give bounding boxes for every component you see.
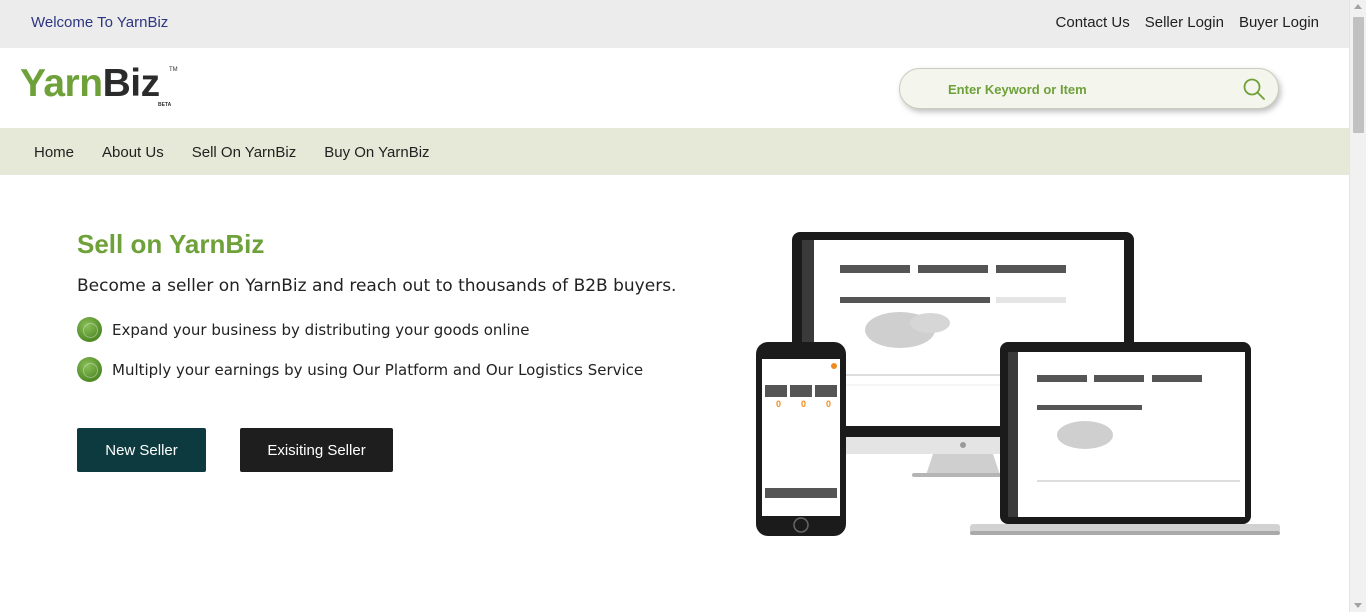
scroll-up-arrow-icon[interactable] <box>1354 4 1362 9</box>
search-icon[interactable] <box>1242 77 1266 101</box>
contact-us-link[interactable]: Contact Us <box>1056 14 1130 31</box>
card-value: 0 <box>801 399 806 409</box>
yarnbiz-logo[interactable]: YarnBiz TM BETA <box>20 62 178 109</box>
nav-sell-on-yarnbiz[interactable]: Sell On YarnBiz <box>192 144 297 161</box>
top-bar: Welcome To YarnBiz Contact Us Seller Log… <box>0 0 1349 48</box>
page: Welcome To YarnBiz Contact Us Seller Log… <box>0 0 1366 612</box>
buyer-login-link[interactable]: Buyer Login <box>1239 14 1319 31</box>
seller-login-link[interactable]: Seller Login <box>1145 14 1224 31</box>
logo-beta: BETA <box>158 102 172 108</box>
search-input[interactable] <box>948 79 1208 99</box>
laptop-mockup <box>970 342 1280 535</box>
bullet-item: Multiply your earnings by using Our Plat… <box>77 357 643 382</box>
logo-trademark: TM <box>169 67 178 73</box>
nav-about-us[interactable]: About Us <box>102 144 164 161</box>
devices-illustration: 0 0 0 <box>756 232 1280 536</box>
card-value: 0 <box>826 399 831 409</box>
card-value: 0 <box>776 399 781 409</box>
top-links: Contact Us Seller Login Buyer Login <box>1056 14 1319 31</box>
header: YarnBiz TM BETA <box>0 48 1349 128</box>
hero-title: Sell on YarnBiz <box>77 229 265 259</box>
scrollbar-thumb[interactable] <box>1353 17 1364 133</box>
green-bullet-icon <box>77 357 102 382</box>
green-bullet-icon <box>77 317 102 342</box>
hero-subtitle: Become a seller on YarnBiz and reach out… <box>77 276 677 296</box>
main-nav: Home About Us Sell On YarnBiz Buy On Yar… <box>0 128 1349 175</box>
nav-home[interactable]: Home <box>34 144 74 161</box>
existing-seller-button[interactable]: Exisiting Seller <box>240 428 393 472</box>
bullet-item: Expand your business by distributing you… <box>77 317 530 342</box>
nav-buy-on-yarnbiz[interactable]: Buy On YarnBiz <box>324 144 429 161</box>
phone-mockup: 0 0 0 <box>756 342 846 536</box>
bullet-text: Multiply your earnings by using Our Plat… <box>112 360 644 379</box>
scroll-down-arrow-icon[interactable] <box>1354 603 1362 608</box>
vertical-scrollbar[interactable] <box>1349 0 1366 612</box>
logo-biz-text: Biz <box>102 62 161 105</box>
search-box <box>899 68 1279 109</box>
welcome-text: Welcome To YarnBiz <box>31 14 169 31</box>
bullet-text: Expand your business by distributing you… <box>112 320 530 339</box>
new-seller-button[interactable]: New Seller <box>77 428 206 472</box>
logo-yarn-text: Yarn <box>20 62 103 105</box>
